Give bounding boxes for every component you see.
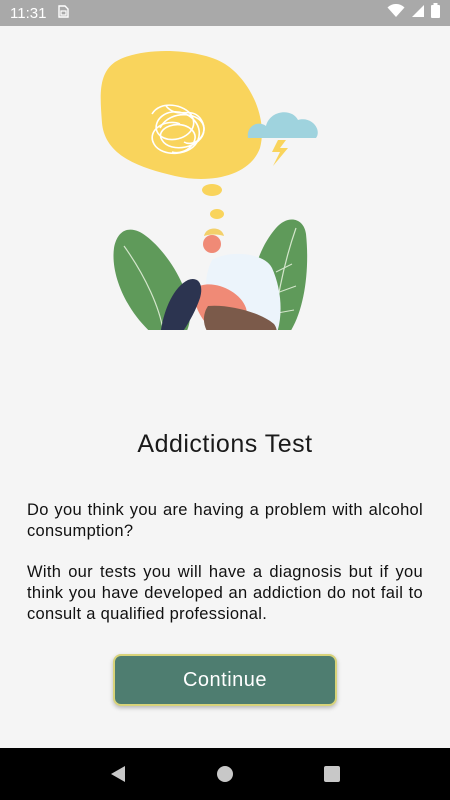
- status-icons: [387, 3, 440, 23]
- navigation-bar: [0, 748, 450, 800]
- back-button[interactable]: [98, 754, 138, 794]
- lightning-bolt: [272, 140, 288, 166]
- battery-icon: [431, 3, 440, 23]
- description-paragraph-1: Do you think you are having a problem wi…: [27, 501, 423, 540]
- recents-icon: [323, 766, 340, 782]
- signal-icon: [411, 4, 425, 23]
- sim-card-icon: [58, 5, 70, 21]
- status-bar: 11:31: [0, 0, 450, 26]
- page-title: Addictions Test: [137, 430, 313, 458]
- app-content: Addictions Test Do you think you are hav…: [0, 26, 450, 748]
- sad-person-illustration: [100, 50, 318, 330]
- home-button[interactable]: [205, 754, 245, 794]
- recents-button[interactable]: [312, 754, 352, 794]
- continue-button-label: Continue: [182, 668, 268, 691]
- wifi-icon: [387, 3, 405, 23]
- continue-button[interactable]: Continue: [113, 654, 337, 706]
- back-icon: [111, 766, 126, 782]
- description-paragraph-2: With our tests you will have a diagnosis…: [27, 563, 423, 623]
- home-icon: [216, 766, 233, 782]
- status-time: 11:31: [10, 4, 47, 22]
